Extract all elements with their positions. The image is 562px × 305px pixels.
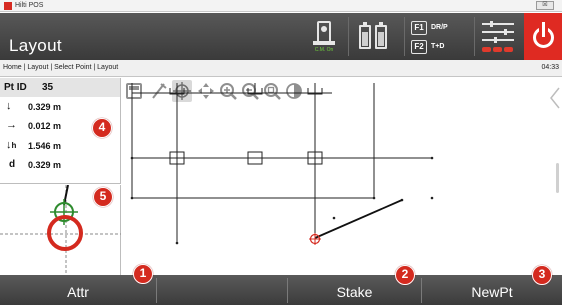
fkey-f2-button[interactable]: F2 T+D bbox=[411, 40, 471, 55]
app-logo-icon bbox=[4, 2, 12, 10]
point-id-label: Pt ID bbox=[4, 82, 27, 93]
height-value: 1.546 m bbox=[28, 141, 62, 151]
fkey-f1-key: F1 bbox=[411, 21, 427, 35]
offset-value: 0.329 m bbox=[28, 102, 62, 112]
layout-map-view[interactable] bbox=[122, 78, 562, 275]
layout-drawing bbox=[130, 83, 434, 245]
chevron-left-icon bbox=[550, 87, 560, 193]
fkey-f2-label: T+D bbox=[431, 43, 445, 50]
app-header: Layout C.M. On F1 DR/P F2 T+D bbox=[0, 13, 562, 60]
arrow-down-icon: ↓ bbox=[6, 100, 12, 112]
arrow-right-icon: → bbox=[6, 119, 17, 131]
breadcrumb[interactable]: Home | Layout | Select Point | Layout bbox=[3, 64, 118, 71]
breadcrumb-bar: Home | Layout | Select Point | Layout 04… bbox=[0, 60, 562, 77]
offset-value: 0.012 m bbox=[28, 121, 62, 131]
empty-softkey[interactable] bbox=[157, 275, 287, 305]
distance-value: 0.329 m bbox=[28, 160, 62, 170]
scrollbar-thumb bbox=[556, 163, 559, 193]
fkey-f1-button[interactable]: F1 DR/P bbox=[411, 21, 471, 36]
distance-row: d 0.329 m bbox=[0, 157, 120, 175]
header-divider bbox=[474, 17, 475, 56]
fkey-f2-key: F2 bbox=[411, 40, 427, 54]
callout-badge: 2 bbox=[395, 265, 415, 285]
header-divider bbox=[348, 17, 349, 56]
page-title: Layout bbox=[9, 36, 62, 55]
height-row: ↓h 1.546 m bbox=[0, 138, 120, 156]
window-title: Hilti POS bbox=[15, 2, 44, 9]
power-button[interactable] bbox=[524, 13, 562, 60]
height-down-icon: ↓h bbox=[6, 139, 17, 151]
instrument-status-button[interactable]: C.M. On bbox=[305, 15, 343, 58]
settings-button[interactable] bbox=[480, 15, 518, 58]
instrument-lens bbox=[321, 26, 327, 32]
offset-row-down: ↓ 0.329 m bbox=[0, 99, 120, 117]
window-title-bar: Hilti POS ☒ bbox=[0, 0, 562, 12]
window-close-button[interactable]: ☒ bbox=[536, 1, 554, 10]
attr-button[interactable]: Attr bbox=[0, 275, 156, 305]
point-id-row: Pt ID 35 bbox=[0, 78, 120, 97]
callout-badge: 4 bbox=[92, 118, 112, 138]
function-keys: F1 DR/P F2 T+D bbox=[411, 15, 471, 58]
side-panel-handle[interactable] bbox=[545, 78, 562, 275]
callout-badge: 1 bbox=[133, 264, 153, 284]
fkey-f1-label: DR/P bbox=[431, 24, 448, 31]
callout-badge: 5 bbox=[93, 187, 113, 207]
status-leds bbox=[482, 47, 514, 53]
battery-icon bbox=[359, 22, 371, 49]
callout-badge: 3 bbox=[532, 265, 552, 285]
header-divider bbox=[404, 17, 405, 56]
softkey-bar: Attr Stake NewPt bbox=[0, 275, 562, 305]
instrument-status-text: C.M. On bbox=[314, 47, 334, 53]
instrument-icon bbox=[317, 21, 331, 43]
instrument-base bbox=[313, 41, 335, 45]
point-id-value: 35 bbox=[42, 82, 54, 93]
distance-icon: d bbox=[9, 159, 16, 170]
battery-status-button[interactable] bbox=[353, 15, 393, 58]
battery-icon bbox=[375, 22, 387, 49]
clock: 04:33 bbox=[541, 64, 559, 71]
